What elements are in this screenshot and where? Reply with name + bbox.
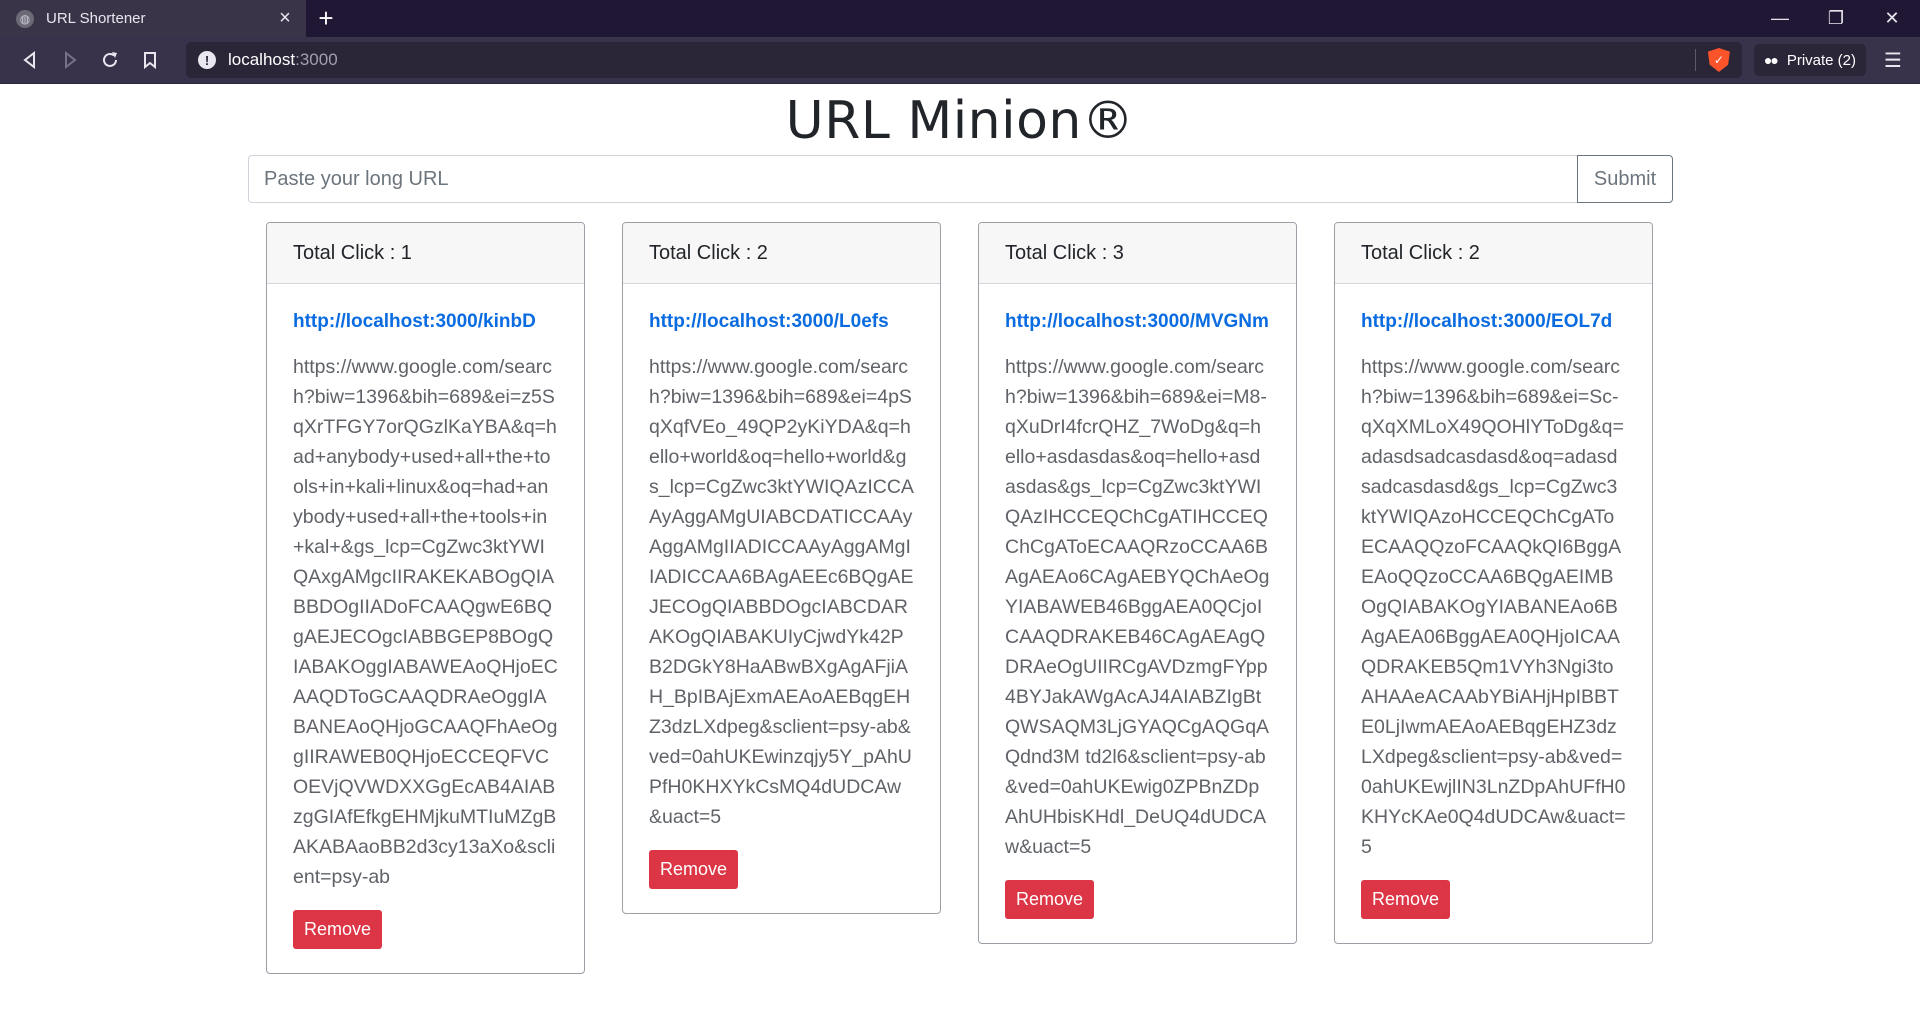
restore-button[interactable]: ❐: [1808, 0, 1864, 37]
long-url-text: https://www.google.com/search?biw=1396&b…: [293, 356, 558, 888]
bookmark-button[interactable]: [130, 40, 170, 80]
click-count: Total Click : 1: [267, 223, 584, 284]
url-card: Total Click : 3 http://localhost:3000/MV…: [978, 222, 1297, 944]
url-host: localhost: [228, 50, 296, 69]
short-url-link[interactable]: http://localhost:3000/L0efs: [649, 310, 914, 334]
card-body: http://localhost:3000/EOL7d https://www.…: [1335, 284, 1652, 943]
private-window-badge[interactable]: ●● Private (2): [1753, 44, 1866, 76]
short-url-link[interactable]: http://localhost:3000/MVGNm: [1005, 310, 1270, 334]
brave-shield-icon[interactable]: ✓: [1707, 48, 1730, 72]
long-url-text: https://www.google.com/search?biw=1396&b…: [1005, 356, 1270, 858]
url-divider: [1694, 49, 1696, 71]
private-label: Private (2): [1786, 51, 1856, 69]
reload-icon: [103, 52, 117, 67]
url-card-list: Total Click : 1 http://localhost:3000/ki…: [266, 222, 1654, 1022]
window-controls: — ❐ ✕: [1752, 0, 1920, 37]
url-card: Total Click : 1 http://localhost:3000/ki…: [266, 222, 585, 974]
card-body: http://localhost:3000/MVGNm https://www.…: [979, 284, 1296, 943]
back-button[interactable]: [10, 40, 50, 80]
remove-button[interactable]: Remove: [1361, 880, 1451, 919]
browser-tab[interactable]: ◍ URL Shortener ×: [0, 0, 306, 37]
remove-button[interactable]: Remove: [293, 910, 383, 949]
card-body: http://localhost:3000/L0efs https://www.…: [623, 284, 940, 913]
long-url-text: https://www.google.com/search?biw=1396&b…: [649, 356, 914, 828]
browser-tab-bar: ◍ URL Shortener × + — ❐ ✕: [0, 0, 1920, 37]
page-title: URL Minion®: [785, 91, 1135, 151]
remove-button[interactable]: Remove: [649, 850, 739, 889]
click-count: Total Click : 2: [623, 223, 940, 284]
url-form: Submit: [248, 155, 1673, 203]
globe-icon: ◍: [16, 9, 34, 28]
close-tab-icon[interactable]: ×: [274, 7, 296, 30]
tab-title: URL Shortener: [46, 10, 146, 27]
new-tab-button[interactable]: +: [306, 0, 346, 37]
click-count: Total Click : 2: [1335, 223, 1652, 284]
browser-toolbar: ! localhost :3000 ✓ ●● Private (2) ☰: [0, 37, 1920, 84]
close-window-button[interactable]: ✕: [1864, 0, 1920, 37]
url-card: Total Click : 2 http://localhost:3000/L0…: [622, 222, 941, 914]
submit-button[interactable]: Submit: [1577, 155, 1673, 203]
back-arrow-icon: [23, 50, 35, 70]
card-body: http://localhost:3000/kinbD https://www.…: [267, 284, 584, 973]
bookmark-icon: [144, 52, 156, 70]
page-content: URL Minion® Submit Total Click : 1 http:…: [0, 84, 1920, 1030]
remove-button[interactable]: Remove: [1005, 880, 1095, 919]
address-bar[interactable]: ! localhost :3000 ✓: [186, 42, 1742, 78]
site-info-icon[interactable]: !: [198, 51, 216, 69]
forward-arrow-icon: [65, 50, 77, 70]
click-count: Total Click : 3: [979, 223, 1296, 284]
short-url-link[interactable]: http://localhost:3000/kinbD: [293, 310, 558, 334]
short-url-link[interactable]: http://localhost:3000/EOL7d: [1361, 310, 1626, 334]
minimize-button[interactable]: —: [1752, 0, 1808, 37]
long-url-text: https://www.google.com/search?biw=1396&b…: [1361, 356, 1626, 858]
reload-button[interactable]: [90, 40, 130, 80]
glasses-icon: ●●: [1763, 52, 1779, 68]
url-card: Total Click : 2 http://localhost:3000/EO…: [1334, 222, 1653, 944]
url-port: :3000: [295, 50, 338, 69]
long-url-input[interactable]: [248, 155, 1577, 203]
hamburger-menu-icon[interactable]: ☰: [1876, 48, 1910, 73]
forward-button[interactable]: [50, 40, 90, 80]
